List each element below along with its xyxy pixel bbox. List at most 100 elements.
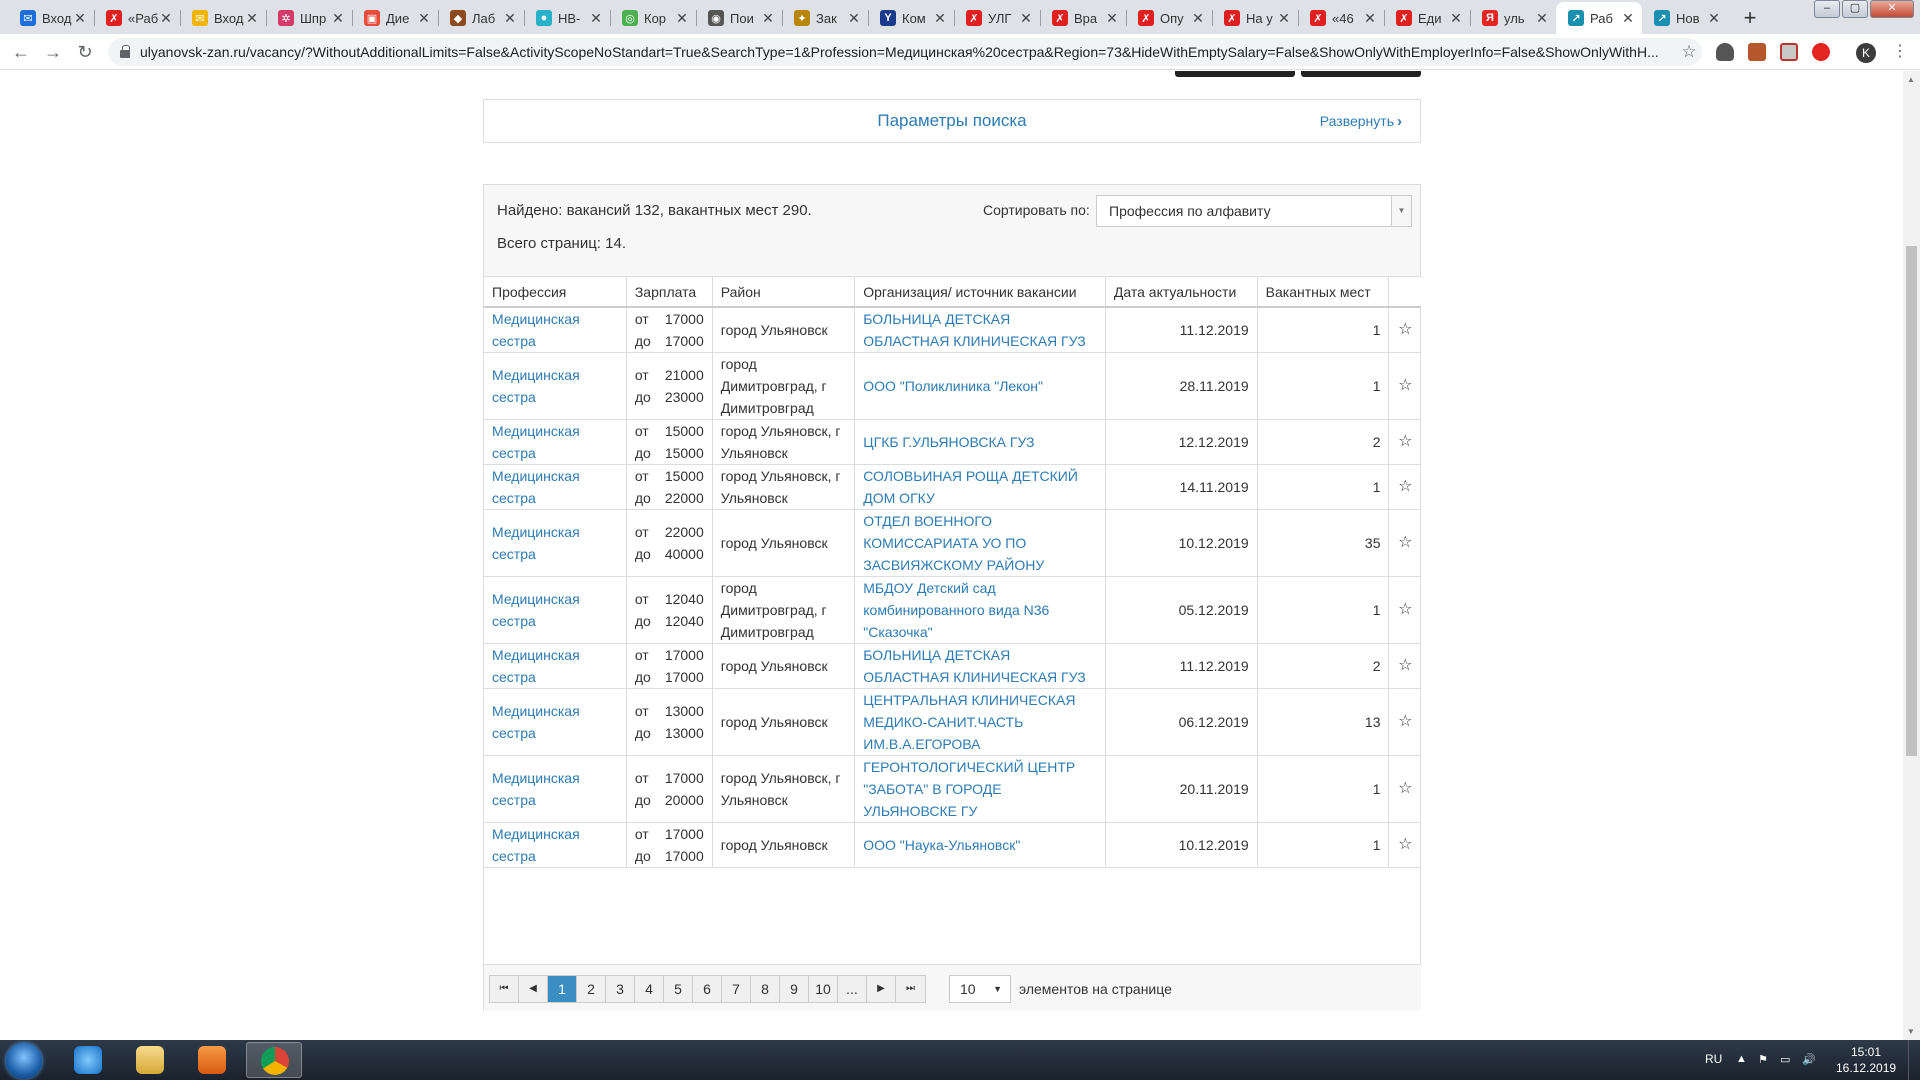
tab-close-icon[interactable]: ✕ [674,10,690,27]
page-size-value[interactable]: 10 [960,981,976,997]
column-header[interactable]: Профессия [484,277,627,308]
show-desktop-button[interactable] [1908,1040,1920,1080]
chevron-right-icon[interactable]: › [1397,113,1402,130]
browser-tab[interactable]: ✗ Вра ✕ [1040,2,1126,34]
browser-tab[interactable]: ✲ Шпр ✕ [266,2,352,34]
profession-link[interactable]: Медицинская сестра [492,524,580,562]
minimize-button[interactable]: – [1814,0,1840,18]
page-button[interactable]: 10 [809,976,838,1002]
browser-tab[interactable]: ▣ Дие ✕ [352,2,438,34]
bookmark-star-icon[interactable]: ☆ [1676,42,1702,62]
tray-flag-icon[interactable]: ⚑ [1758,1053,1768,1066]
organization-link[interactable]: МБДОУ Детский сад комбинированного вида … [863,580,1049,640]
taskbar-media[interactable] [184,1042,240,1078]
browser-tab[interactable]: ◉ Пои ✕ [696,2,782,34]
tab-close-icon[interactable]: ✕ [416,10,432,27]
profile-avatar[interactable]: K [1856,43,1876,63]
page-button[interactable]: 8 [751,976,780,1002]
start-button[interactable] [6,1043,42,1079]
column-header[interactable]: Район [712,277,856,308]
organization-link[interactable]: ООО "Наука-Ульяновск" [863,837,1020,853]
next-page-icon[interactable]: ▶ [867,976,896,1002]
profession-link[interactable]: Медицинская сестра [492,591,580,629]
tab-close-icon[interactable]: ✕ [932,10,948,27]
browser-tab[interactable]: ✉ Вход ✕ [180,2,266,34]
profession-link[interactable]: Медицинская сестра [492,423,580,461]
favorite-star-icon[interactable]: ☆ [1388,822,1421,868]
organization-link[interactable]: ЦГКБ Г.УЛЬЯНОВСКА ГУЗ [863,434,1034,450]
favorite-star-icon[interactable]: ☆ [1388,307,1421,353]
favorite-star-icon[interactable]: ☆ [1388,755,1421,823]
organization-link[interactable]: ООО "Поликлиника "Лекон" [863,378,1043,394]
profession-link[interactable]: Медицинская сестра [492,647,580,685]
browser-tab[interactable]: ✗ «46 ✕ [1298,2,1384,34]
tab-close-icon[interactable]: ✕ [158,10,174,27]
page-button[interactable]: 5 [664,976,693,1002]
dropdown-arrow-icon[interactable]: ▼ [993,984,1002,994]
page-button[interactable]: 6 [693,976,722,1002]
top-button-left[interactable] [1175,71,1295,77]
forward-button[interactable]: → [42,41,64,63]
scroll-down-icon[interactable]: ▼ [1907,1027,1915,1036]
search-params-panel[interactable]: Параметры поиска Развернуть › [483,99,1421,143]
reload-button[interactable]: ↻ [74,41,96,63]
tab-close-icon[interactable]: ✕ [1362,10,1378,27]
page-button[interactable]: 3 [606,976,635,1002]
browser-tab[interactable]: ● НВ- ✕ [524,2,610,34]
scroll-up-icon[interactable]: ▲ [1907,75,1915,84]
tab-close-icon[interactable]: ✕ [1448,10,1464,27]
favorite-star-icon[interactable]: ☆ [1388,643,1421,689]
column-header[interactable]: Зарплата [626,277,713,308]
search-params-title[interactable]: Параметры поиска [484,111,1420,131]
tab-close-icon[interactable]: ✕ [1706,10,1722,27]
close-window-button[interactable]: ✕ [1870,0,1914,18]
first-page-icon[interactable]: ⏮ [490,976,519,1002]
favorite-star-icon[interactable]: ☆ [1388,352,1421,420]
browser-tab[interactable]: ✉ Вход ✕ [8,2,94,34]
organization-link[interactable]: ЦЕНТРАЛЬНАЯ КЛИНИЧЕСКАЯ МЕДИКО-САНИТ.ЧАС… [863,692,1075,752]
extension-owl-icon[interactable] [1748,43,1766,61]
sort-value[interactable]: Профессия по алфавиту [1109,203,1271,219]
browser-tab[interactable]: ↗ Раб ✕ [1556,2,1642,34]
browser-tab[interactable]: ✗ На у ✕ [1212,2,1298,34]
tray-network-icon[interactable]: ▭ [1780,1053,1790,1066]
tab-close-icon[interactable]: ✕ [760,10,776,27]
tab-close-icon[interactable]: ✕ [1276,10,1292,27]
clock[interactable]: 15:01 16.12.2019 [1836,1044,1896,1076]
browser-tab[interactable]: ◆ Лаб ✕ [438,2,524,34]
taskbar-ie[interactable] [60,1042,116,1078]
page-button[interactable]: 9 [780,976,809,1002]
url-text[interactable]: ulyanovsk-zan.ru/vacancy/?WithoutAdditio… [140,44,1676,60]
taskbar-explorer[interactable] [122,1042,178,1078]
extension-yandex-icon[interactable] [1812,43,1830,61]
scrollbar-thumb[interactable] [1906,246,1917,756]
page-button[interactable]: ... [838,976,867,1002]
browser-tab[interactable]: ✗ Опу ✕ [1126,2,1212,34]
page-button[interactable]: 4 [635,976,664,1002]
favorite-star-icon[interactable]: ☆ [1388,576,1421,644]
tab-close-icon[interactable]: ✕ [846,10,862,27]
page-button[interactable]: 2 [577,976,606,1002]
tab-close-icon[interactable]: ✕ [244,10,260,27]
tab-close-icon[interactable]: ✕ [330,10,346,27]
organization-link[interactable]: БОЛЬНИЦА ДЕТСКАЯ ОБЛАСТНАЯ КЛИНИЧЕСКАЯ Г… [863,311,1085,349]
browser-tab[interactable]: ✗ УЛГ ✕ [954,2,1040,34]
organization-link[interactable]: ГЕРОНТОЛОГИЧЕСКИЙ ЦЕНТР "ЗАБОТА" В ГОРОД… [863,759,1075,819]
profession-link[interactable]: Медицинская сестра [492,367,580,405]
profession-link[interactable]: Медицинская сестра [492,703,580,741]
browser-tab[interactable]: Яуль ✕ [1470,2,1556,34]
browser-tab[interactable]: ✗ Еди ✕ [1384,2,1470,34]
browser-tab[interactable]: Y Ком ✕ [868,2,954,34]
favorite-star-icon[interactable]: ☆ [1388,464,1421,510]
tab-close-icon[interactable]: ✕ [1018,10,1034,27]
dropdown-arrow-icon[interactable]: ▼ [1391,196,1411,226]
top-button-right[interactable] [1301,71,1421,77]
language-indicator[interactable]: RU [1705,1052,1722,1066]
profession-link[interactable]: Медицинская сестра [492,770,580,808]
organization-link[interactable]: ОТДЕЛ ВОЕННОГО КОМИССАРИАТА УО ПО ЗАСВИЯ… [863,513,1044,573]
organization-link[interactable]: СОЛОВЬИНАЯ РОЩА ДЕТСКИЙ ДОМ ОГКУ [863,468,1078,506]
page-button[interactable]: 1 [548,976,577,1002]
back-button[interactable]: ← [10,41,32,63]
address-bar[interactable]: ulyanovsk-zan.ru/vacancy/?WithoutAdditio… [108,38,1702,66]
browser-tab[interactable]: ✗ «Раб ✕ [94,2,180,34]
